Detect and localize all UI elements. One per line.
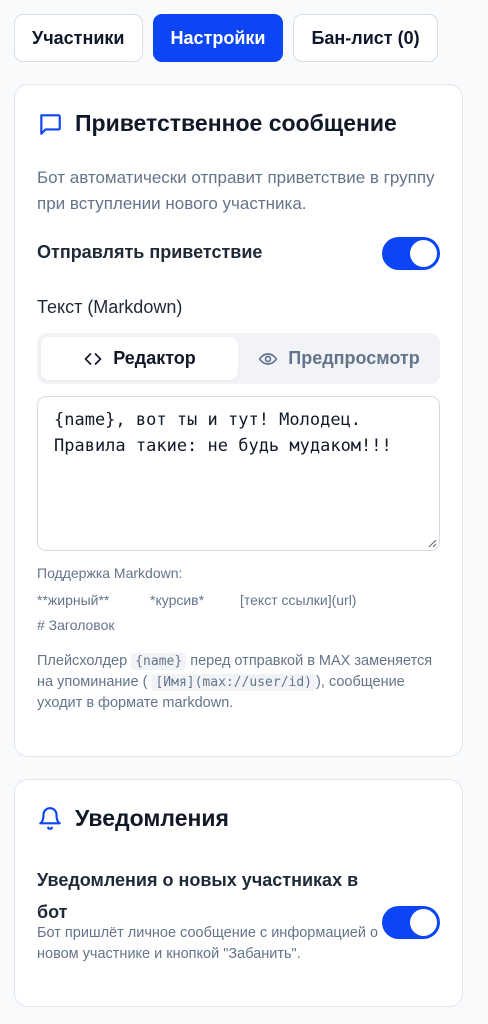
md-bold-example: **жирный** xyxy=(37,592,110,608)
name-placeholder-code: {name} xyxy=(131,653,187,670)
preview-mode-button[interactable]: Предпросмотр xyxy=(242,337,436,380)
send-welcome-toggle[interactable] xyxy=(382,237,440,270)
markdown-support-label: Поддержка Markdown: xyxy=(37,565,183,581)
notifications-title: Уведомления xyxy=(37,805,229,832)
md-link-example: [текст ссылки](url) xyxy=(240,592,357,608)
placeholder-note: Плейсхолдер {name} перед отправкой в MAX… xyxy=(37,651,442,714)
resize-handle-icon[interactable] xyxy=(428,539,437,548)
welcome-text-input[interactable]: {name}, вот ты и тут! Молодец. Правила т… xyxy=(37,396,440,551)
send-welcome-label: Отправлять приветствие xyxy=(37,242,263,262)
preview-mode-label: Предпросмотр xyxy=(288,348,420,368)
editor-mode-button[interactable]: Редактор xyxy=(41,337,238,380)
editor-mode-label: Редактор xyxy=(113,348,196,368)
new-members-label: Уведомления о новых участниках в бот xyxy=(37,870,359,922)
welcome-title-text: Приветственное сообщение xyxy=(75,110,397,136)
text-markdown-label: Текст (Markdown) xyxy=(37,297,183,317)
toggle-knob xyxy=(410,240,437,267)
tab-settings[interactable]: Настройки xyxy=(152,14,284,62)
tab-banlist[interactable]: Бан-лист (0) xyxy=(293,14,438,62)
eye-icon xyxy=(259,352,278,365)
new-members-toggle[interactable] xyxy=(382,906,440,939)
bell-icon xyxy=(39,806,61,830)
md-italic-example: *курсив* xyxy=(150,592,205,608)
code-icon xyxy=(84,352,102,365)
message-square-icon xyxy=(40,113,61,135)
notifications-card: Уведомления Уведомления о новых участник… xyxy=(14,779,463,1007)
new-members-description: Бот пришлёт личное сообщение с информаци… xyxy=(37,925,379,962)
toggle-knob xyxy=(410,909,437,936)
welcome-card: Приветственное сообщение Бот автоматичес… xyxy=(14,84,463,757)
tab-bar: Участники Настройки Бан-лист (0) xyxy=(14,14,438,62)
welcome-description: Бот автоматически отправит приветствие в… xyxy=(37,168,435,213)
mention-format-code: [Имя](max://user/id) xyxy=(151,674,317,691)
tab-members[interactable]: Участники xyxy=(14,14,143,62)
note-part-1: Плейсхолдер xyxy=(37,653,128,669)
notifications-title-text: Уведомления xyxy=(75,805,229,831)
md-heading-example: # Заголовок xyxy=(37,617,115,633)
editor-mode-switch: Редактор Предпросмотр xyxy=(37,333,440,384)
welcome-title: Приветственное сообщение xyxy=(37,110,397,137)
